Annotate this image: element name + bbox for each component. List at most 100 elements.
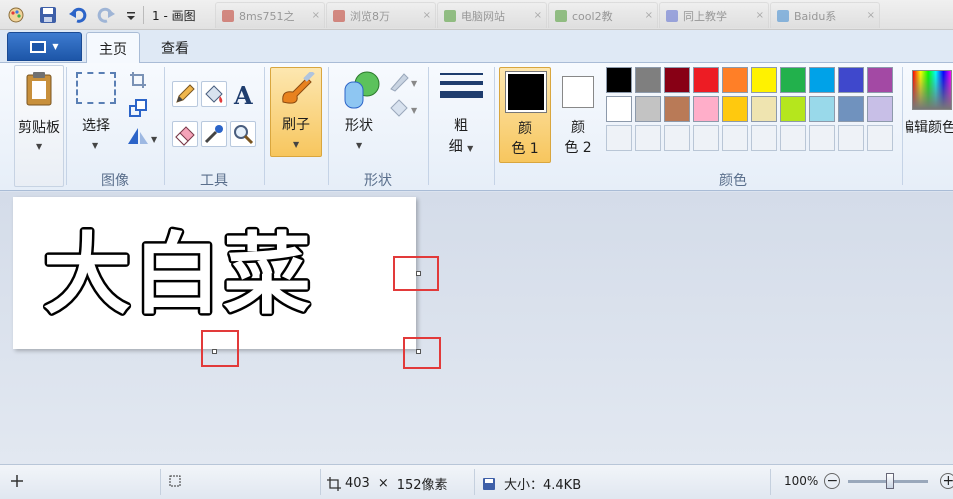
canvas-text: 大白菜 <box>43 223 313 326</box>
color1-swatch <box>505 71 547 113</box>
status-separator <box>474 469 475 495</box>
color-swatch[interactable] <box>693 96 719 122</box>
color-swatch[interactable] <box>635 96 661 122</box>
size-button[interactable]: 粗 细 ▼ <box>436 67 488 159</box>
select-icon <box>76 72 116 104</box>
size-line-medium <box>440 81 483 85</box>
tab-home[interactable]: 主页 <box>86 32 140 64</box>
redo-icon[interactable] <box>96 5 116 25</box>
color-swatch[interactable] <box>838 67 864 93</box>
title-divider <box>143 6 144 24</box>
browser-tab[interactable]: 电脑网站 × <box>437 2 547 28</box>
group-separator <box>902 67 903 185</box>
chevron-down-icon: ▼ <box>356 141 363 150</box>
clipboard-label: 剪贴板 <box>18 120 60 136</box>
paste-button[interactable]: 剪贴板 ▼ <box>14 65 64 187</box>
tools-group-label: 工具 <box>200 173 228 189</box>
shapes-group-label: 形状 <box>364 173 392 189</box>
svg-text:▼: ▼ <box>151 135 158 144</box>
color2-button[interactable]: 颜 色 2 <box>554 67 602 163</box>
color-swatch[interactable] <box>838 96 864 122</box>
close-icon[interactable]: × <box>312 10 320 21</box>
close-icon[interactable]: × <box>534 10 542 21</box>
edit-colors-button[interactable]: 编辑颜色 <box>906 67 953 159</box>
custom-color-slot[interactable] <box>664 125 690 151</box>
zoom-level: 100% <box>784 474 819 488</box>
fill-icon[interactable]: ▼ <box>388 97 422 119</box>
browser-tab-title: 电脑网站 <box>461 9 505 23</box>
color-swatch[interactable] <box>693 67 719 93</box>
tab-view[interactable]: 查看 <box>148 32 202 63</box>
custom-color-slot[interactable] <box>867 125 893 151</box>
drawing-canvas[interactable]: 大白菜 <box>13 197 416 349</box>
custom-color-slot[interactable] <box>780 125 806 151</box>
app-menu-icon <box>30 40 47 53</box>
custom-color-slot[interactable] <box>635 125 661 151</box>
color-swatch[interactable] <box>606 96 632 122</box>
color-swatch[interactable] <box>809 96 835 122</box>
paint-app-icon[interactable] <box>6 5 26 25</box>
brush-icon <box>282 72 315 104</box>
height-value: 152像素 <box>396 478 448 493</box>
text-tool[interactable]: A <box>230 81 256 110</box>
zoom-out-button[interactable]: − <box>824 473 841 489</box>
color-swatch[interactable] <box>635 67 661 93</box>
rotate-icon[interactable]: ▼ <box>126 126 160 146</box>
browser-tab-title: cool2教 <box>572 9 613 23</box>
custom-color-slot[interactable] <box>693 125 719 151</box>
color-swatch[interactable] <box>606 67 632 93</box>
eraser-tool[interactable] <box>172 121 198 147</box>
image-dimensions: 403 × 152像素 <box>326 474 448 493</box>
clipboard-icon <box>26 72 52 106</box>
color-swatch[interactable] <box>664 96 690 122</box>
crop-icon[interactable] <box>128 70 148 90</box>
fill-tool[interactable] <box>201 81 227 107</box>
browser-tab[interactable]: 浏览8万 × <box>326 2 436 28</box>
resize-icon[interactable] <box>128 98 148 118</box>
outline-icon[interactable]: ▼ <box>388 70 422 92</box>
zoom-slider-thumb[interactable] <box>886 472 895 489</box>
browser-tab[interactable]: 同上教学 × <box>659 2 769 28</box>
save-icon[interactable] <box>38 5 58 25</box>
size-label-1: 粗 <box>454 118 468 134</box>
color-swatch[interactable] <box>751 67 777 93</box>
custom-color-slot[interactable] <box>838 125 864 151</box>
color-swatch[interactable] <box>751 96 777 122</box>
browser-tab[interactable]: Baidu系 × <box>770 2 880 28</box>
magnifier-tool[interactable] <box>230 121 256 147</box>
undo-icon[interactable] <box>68 5 88 25</box>
text-a-icon: A <box>233 81 253 110</box>
zoom-slider[interactable] <box>848 472 929 489</box>
color-swatch[interactable] <box>722 67 748 93</box>
custom-color-slot[interactable] <box>809 125 835 151</box>
color-swatch[interactable] <box>867 96 893 122</box>
color-swatch[interactable] <box>809 67 835 93</box>
color-swatch[interactable] <box>664 67 690 93</box>
shapes-button[interactable]: 形状 ▼ <box>334 67 384 159</box>
custom-color-slot[interactable] <box>606 125 632 151</box>
browser-tab[interactable]: 8ms751之 × <box>215 2 325 28</box>
color1-label-2: 色 1 <box>511 141 539 157</box>
browser-tab[interactable]: cool2教 × <box>548 2 658 28</box>
color-swatch[interactable] <box>867 67 893 93</box>
pencil-tool[interactable] <box>172 81 198 107</box>
close-icon[interactable]: × <box>756 10 764 21</box>
custom-color-slot[interactable] <box>751 125 777 151</box>
app-menu-button[interactable]: ▼ <box>7 32 82 61</box>
color-swatch[interactable] <box>780 96 806 122</box>
close-icon[interactable]: × <box>645 10 653 21</box>
color-swatch[interactable] <box>780 67 806 93</box>
image-size-icon <box>327 476 341 491</box>
color1-button[interactable]: 颜 色 1 <box>499 67 551 163</box>
color-picker-tool[interactable] <box>201 121 227 147</box>
chevron-down-icon: ▼ <box>36 142 43 151</box>
custom-color-slot[interactable] <box>722 125 748 151</box>
zoom-in-button[interactable]: + <box>940 473 953 489</box>
select-button[interactable]: 选择 ▼ <box>72 69 122 159</box>
color-swatch[interactable] <box>722 96 748 122</box>
close-icon[interactable]: × <box>867 10 875 21</box>
customize-dropdown-icon[interactable] <box>124 5 138 25</box>
magnifier-icon <box>234 125 254 145</box>
close-icon[interactable]: × <box>423 10 431 21</box>
brushes-button[interactable]: 刷子 ▼ <box>270 67 322 157</box>
